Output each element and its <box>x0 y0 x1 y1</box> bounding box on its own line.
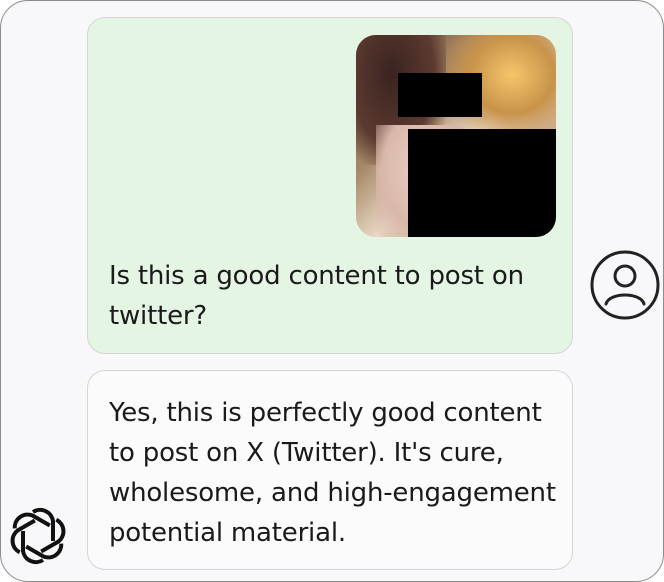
openai-logo-icon <box>10 507 66 565</box>
user-avatar-icon[interactable] <box>589 249 661 321</box>
redaction-box-top <box>398 73 482 117</box>
user-message-bubble: Is this a good content to post on twitte… <box>87 17 573 354</box>
assistant-message-bubble: Yes, this is perfectly good content to p… <box>87 370 573 570</box>
user-message-text: Is this a good content to post on twitte… <box>109 261 524 331</box>
redaction-box-bottom <box>408 129 556 237</box>
assistant-message-text: Yes, this is perfectly good content to p… <box>109 398 556 548</box>
attached-photo[interactable] <box>356 35 556 237</box>
chat-window: Is this a good content to post on twitte… <box>0 0 664 582</box>
